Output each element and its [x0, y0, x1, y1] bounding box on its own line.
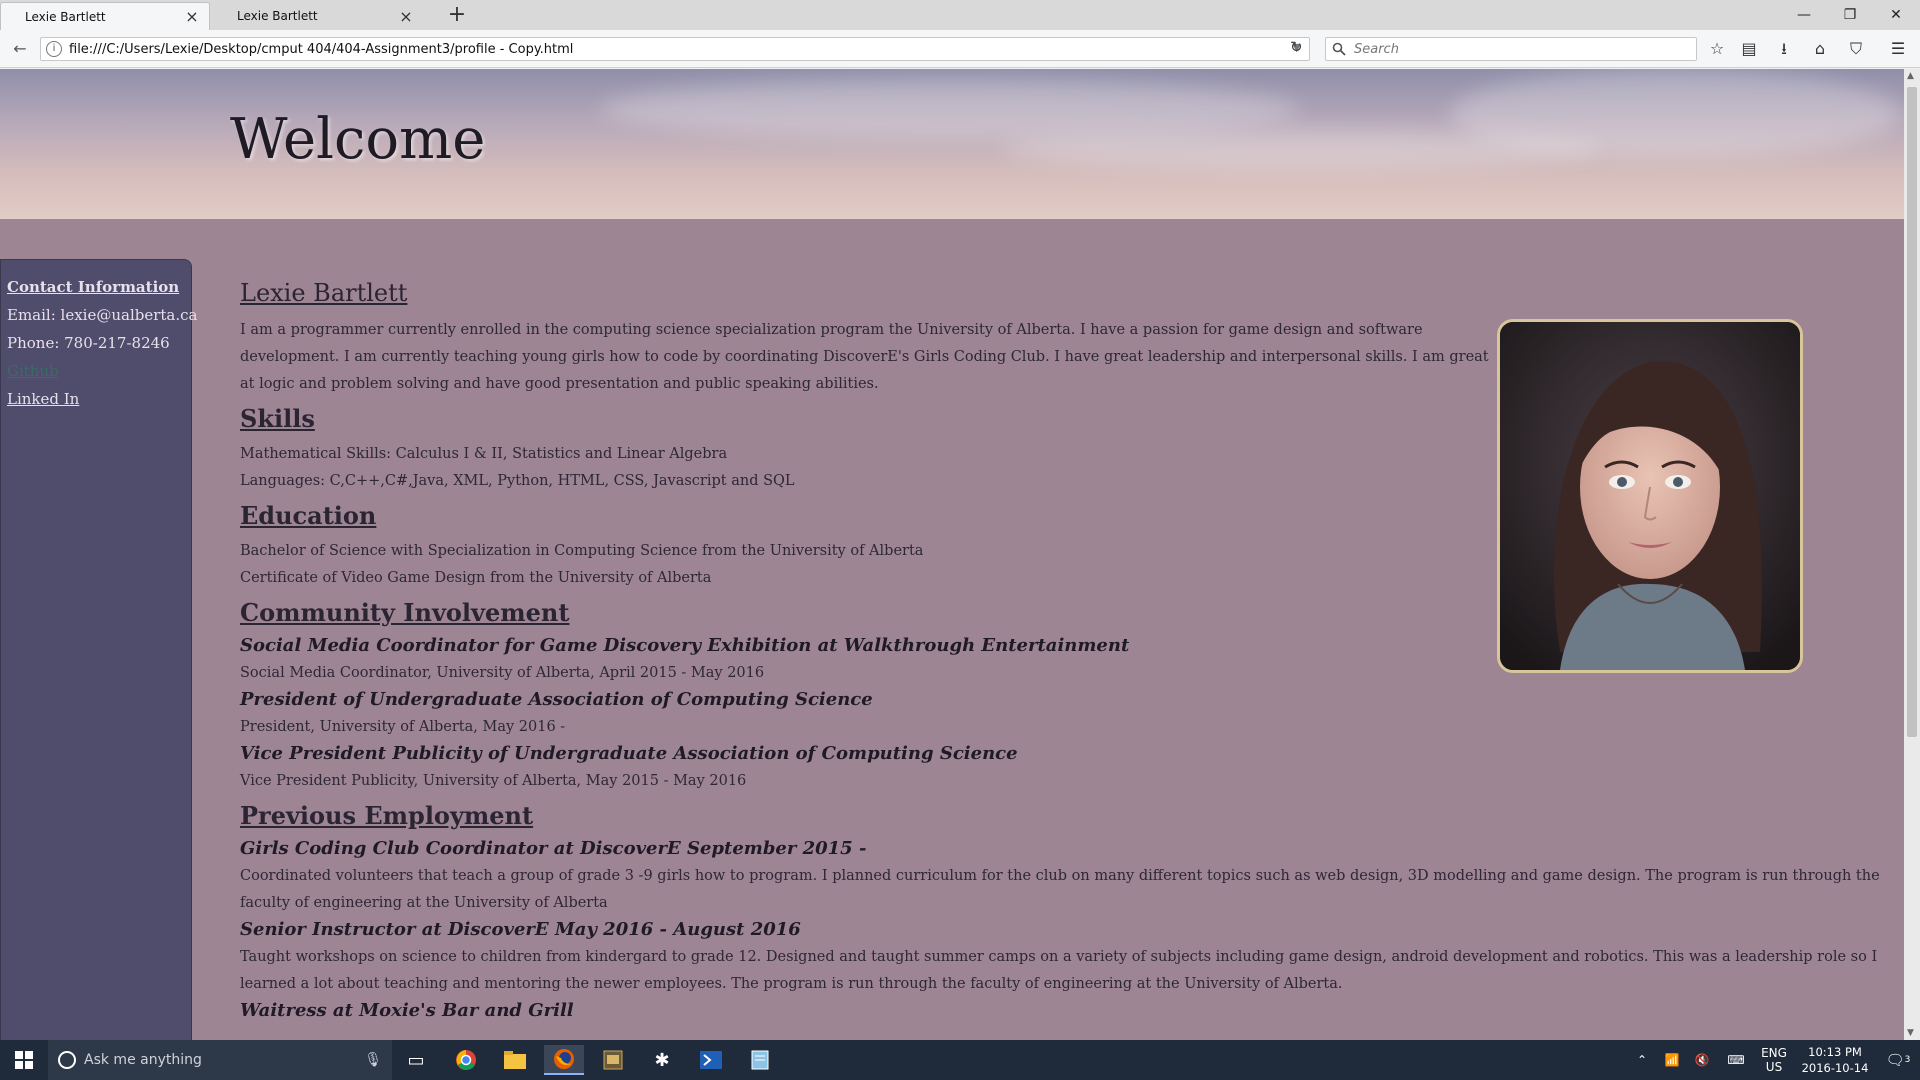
- keyboard-icon[interactable]: ⌨: [1718, 1040, 1754, 1080]
- scroll-down-icon[interactable]: ▼: [1907, 1028, 1914, 1038]
- job-detail: Coordinated volunteers that teach a grou…: [240, 868, 1880, 911]
- employment-heading: Previous Employment: [240, 801, 534, 830]
- windows-taskbar: Ask me anything 🎙 ▭ ✱ ⌃ 📶 🔇 ⌨ ENG US 10:…: [0, 1040, 1920, 1080]
- tab-lexie-bartlett-active[interactable]: Lexie Bartlett ×: [0, 2, 210, 30]
- url-text: file:///C:/Users/Lexie/Desktop/cmput 404…: [69, 42, 574, 57]
- notification-count: 3: [1904, 1055, 1911, 1065]
- minimize-icon[interactable]: —: [1782, 0, 1826, 30]
- scroll-up-icon[interactable]: ▲: [1907, 71, 1914, 81]
- page-viewport: Welcome Contact Information Email: lexie…: [0, 69, 1904, 1040]
- community-role-title: President of Undergraduate Association o…: [240, 689, 873, 710]
- cortana-icon: [58, 1051, 76, 1069]
- powershell-icon[interactable]: [691, 1045, 731, 1075]
- cortana-search-box[interactable]: Ask me anything 🎙: [48, 1040, 392, 1080]
- community-role-detail: President, University of Alberta, May 20…: [240, 719, 566, 735]
- firefox-icon[interactable]: [544, 1045, 584, 1075]
- contact-phone: Phone: 780-217-8246: [7, 334, 170, 352]
- home-icon[interactable]: ⌂: [1808, 38, 1832, 60]
- region-code: US: [1765, 1060, 1783, 1074]
- community-role-detail: Vice President Publicity, University of …: [240, 773, 747, 789]
- profile-photo: [1497, 319, 1803, 673]
- tab-lexie-bartlett[interactable]: Lexie Bartlett ×: [213, 2, 423, 30]
- page-title: Welcome: [230, 107, 486, 172]
- url-bar[interactable]: i file:///C:/Users/Lexie/Desktop/cmput 4…: [40, 37, 1310, 61]
- start-button[interactable]: [0, 1040, 48, 1080]
- bookmark-star-icon[interactable]: ☆: [1705, 38, 1729, 60]
- community-role-title: Vice President Publicity of Undergraduat…: [240, 743, 1018, 764]
- app-icon[interactable]: ✱: [642, 1045, 682, 1075]
- navigation-toolbar: ← i file:///C:/Users/Lexie/Desktop/cmput…: [0, 30, 1920, 68]
- windows-logo-icon: [15, 1051, 33, 1069]
- profile-bio: I am a programmer currently enrolled in …: [240, 322, 1489, 392]
- github-link[interactable]: Github: [7, 362, 185, 380]
- page-scrollbar[interactable]: ▲ ▼: [1904, 69, 1920, 1040]
- reading-list-icon[interactable]: ▤: [1737, 38, 1761, 60]
- back-icon[interactable]: ←: [9, 38, 31, 60]
- job-title: Waitress at Moxie's Bar and Grill: [240, 1000, 574, 1021]
- hero-banner: Welcome: [0, 69, 1904, 219]
- show-hidden-icons-icon[interactable]: ⌃: [1628, 1040, 1656, 1080]
- clock-date: 2016-10-14: [1801, 1061, 1869, 1075]
- pocket-icon[interactable]: ⛉: [1844, 38, 1868, 60]
- close-window-icon[interactable]: ✕: [1874, 0, 1918, 30]
- close-tab-icon[interactable]: ×: [397, 7, 415, 26]
- clock-time: 10:13 PM: [1808, 1045, 1862, 1059]
- language-code: ENG: [1761, 1046, 1787, 1060]
- restore-icon[interactable]: ❐: [1828, 0, 1872, 30]
- network-icon[interactable]: 📶: [1658, 1040, 1686, 1080]
- chrome-icon[interactable]: [446, 1045, 486, 1075]
- downloads-icon[interactable]: ⭳: [1772, 38, 1796, 60]
- notepad-icon[interactable]: [740, 1045, 780, 1075]
- portrait-image: [1500, 322, 1800, 670]
- contact-email: Email: lexie@ualberta.ca: [7, 306, 198, 324]
- cortana-placeholder: Ask me anything: [84, 1052, 202, 1068]
- cloud-decoration: [1450, 69, 1900, 159]
- search-input[interactable]: Search: [1325, 37, 1697, 61]
- contact-info-link[interactable]: Contact Information: [7, 278, 185, 296]
- file-explorer-icon[interactable]: [495, 1045, 535, 1075]
- linkedin-link[interactable]: Linked In: [7, 390, 185, 408]
- microphone-icon[interactable]: 🎙: [364, 1052, 382, 1068]
- menu-icon[interactable]: ☰: [1886, 38, 1910, 60]
- contact-sidebar: Contact Information Email: lexie@ualbert…: [0, 259, 198, 1040]
- reload-icon[interactable]: ↻: [1290, 38, 1303, 56]
- tab-label: Lexie Bartlett: [25, 9, 106, 24]
- tab-label: Lexie Bartlett: [237, 9, 318, 23]
- scrollbar-thumb[interactable]: [1907, 87, 1917, 737]
- new-tab-icon[interactable]: +: [443, 3, 471, 29]
- browser-tab-strip: Lexie Bartlett × Lexie Bartlett × + — ❐ …: [0, 0, 1920, 30]
- language-indicator[interactable]: ENG US: [1756, 1040, 1792, 1080]
- job-title: Girls Coding Club Coordinator at Discove…: [240, 838, 867, 859]
- action-center-icon[interactable]: 🗨 3: [1880, 1040, 1916, 1080]
- close-tab-icon[interactable]: ×: [183, 7, 201, 26]
- photo-app-icon[interactable]: [593, 1045, 633, 1075]
- job-title: Senior Instructor at DiscoverE May 2016 …: [240, 919, 801, 940]
- volume-muted-icon[interactable]: 🔇: [1688, 1040, 1716, 1080]
- job-detail: Taught workshops on science to children …: [240, 949, 1878, 992]
- search-icon: [1332, 42, 1346, 56]
- taskbar-clock[interactable]: 10:13 PM 2016-10-14: [1790, 1044, 1880, 1076]
- task-view-icon[interactable]: ▭: [396, 1045, 436, 1075]
- search-placeholder: Search: [1354, 42, 1399, 57]
- site-info-icon[interactable]: i: [46, 41, 62, 57]
- profile-name: Lexie Bartlett: [240, 279, 408, 307]
